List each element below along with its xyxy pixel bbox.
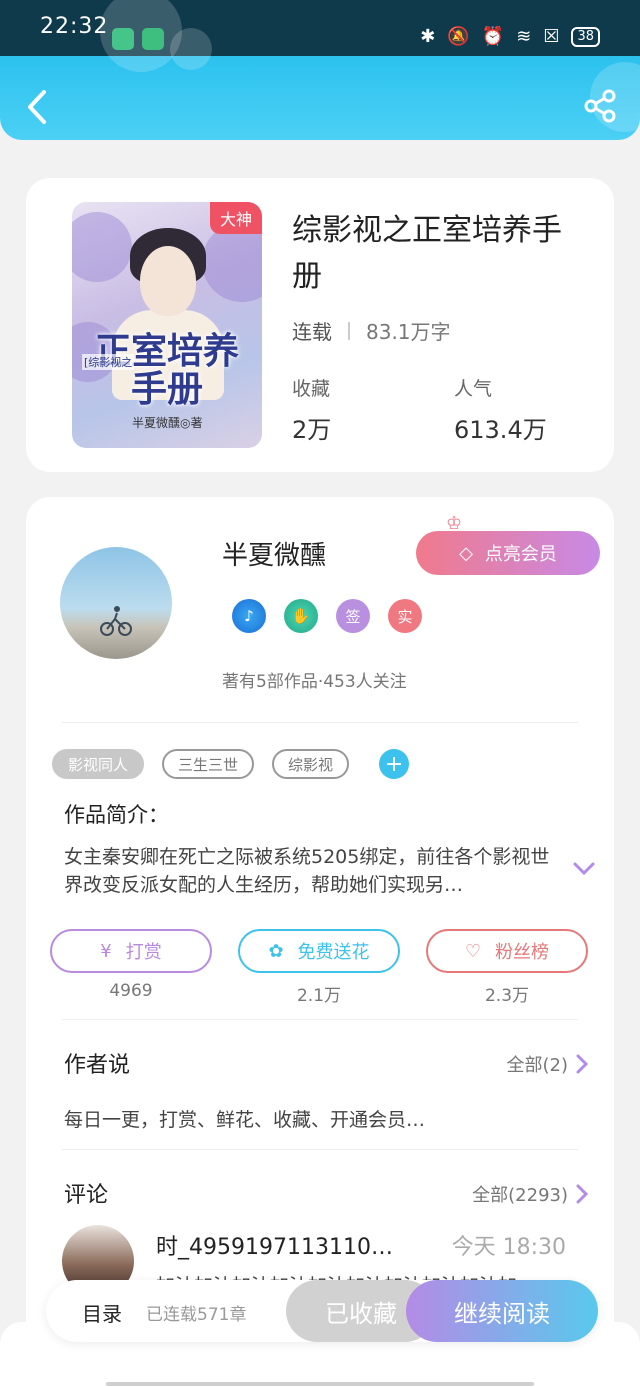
author-avatar[interactable] <box>60 547 172 659</box>
share-icon[interactable] <box>582 88 618 124</box>
back-icon[interactable] <box>20 86 56 128</box>
chevron-right-icon <box>576 1054 588 1074</box>
divider <box>62 1149 578 1150</box>
bicycle-icon <box>100 606 132 636</box>
book-cover[interactable]: 正室培养手册 [综影视之 半夏微醺◎著 大神 <box>72 202 262 448</box>
divider <box>62 722 578 723</box>
cover-author: 半夏微醺◎著 <box>132 416 203 430</box>
add-tag-icon[interactable]: + <box>379 749 410 779</box>
header: 22:32 ✱ 🔕 ⏰ ≋ ☒ 38 <box>0 0 640 140</box>
book-status-row: 连载 83.1万字 <box>292 316 451 345</box>
bottom-action-bar: 目录 已连载571章 已收藏 继续阅读 <box>46 1280 598 1342</box>
author-says-more[interactable]: 全部(2) <box>506 1051 588 1077</box>
intro-title: 作品简介： <box>64 803 169 827</box>
fans-icon: ♡ <box>464 940 482 962</box>
sim-icon: ☒ <box>543 26 560 47</box>
divider <box>62 1019 578 1020</box>
author-says-text[interactable]: 每日一更，打赏、鲜花、收藏、开通会员… <box>64 1105 425 1132</box>
collect-value: 2万 <box>292 416 332 444</box>
sign-badge[interactable]: 签 <box>336 599 370 633</box>
word-count: 83.1万字 <box>366 320 451 344</box>
chevron-down-icon[interactable] <box>572 861 596 877</box>
book-title: 综影视之正室培养手册 <box>292 213 562 294</box>
music-badge-icon[interactable]: ♪ <box>232 599 266 633</box>
tag-item[interactable]: 影视同人 <box>52 749 145 779</box>
app-notification-icon <box>112 28 134 50</box>
tag-list: 影视同人 三生三世 综影视 + <box>52 749 410 779</box>
divider <box>348 321 350 340</box>
bluetooth-icon: ✱ <box>420 26 436 47</box>
fans-count: 2.3万 <box>484 986 530 1006</box>
chevron-right-icon <box>576 1184 588 1204</box>
reward-label: 打赏 <box>125 942 162 963</box>
dashen-badge: 大神 <box>209 202 262 234</box>
mute-icon: 🔕 <box>447 26 470 47</box>
comment-time: 今天 18:30 <box>451 1235 566 1260</box>
collect-label: 收藏 <box>292 378 331 400</box>
verified-badge[interactable]: 实 <box>388 599 422 633</box>
status-icons: ✱ 🔕 ⏰ ≋ ☒ 38 <box>420 26 600 47</box>
author-says-more-label: 全部(2) <box>506 1055 569 1076</box>
send-flower-button[interactable]: ✿ 免费送花 <box>238 929 400 973</box>
comments-more-label: 全部(2293) <box>472 1185 568 1206</box>
serial-status: 连载 <box>292 320 332 344</box>
flower-label: 免费送花 <box>297 942 370 963</box>
alarm-icon: ⏰ <box>481 26 505 47</box>
reward-count: 4969 <box>109 981 153 1001</box>
tag-item[interactable]: 三生三世 <box>162 749 255 779</box>
cover-title: 正室培养手册 <box>94 330 239 410</box>
flower-count: 2.1万 <box>296 986 342 1006</box>
vip-label: 点亮会员 <box>484 544 557 565</box>
handshake-badge-icon[interactable]: ✋ <box>284 599 318 633</box>
author-says-title: 作者说 <box>64 1053 131 1078</box>
vip-button[interactable]: ◇ 点亮会员 <box>416 531 600 575</box>
diamond-icon: ◇ <box>459 542 473 564</box>
fans-rank-button[interactable]: ♡ 粉丝榜 <box>426 929 588 973</box>
popularity-value: 613.4万 <box>454 416 547 444</box>
author-info: 著有5部作品·453人关注 <box>222 672 407 692</box>
app-notification-icon <box>142 28 164 50</box>
yuan-icon: ¥ <box>100 940 112 962</box>
toc-button[interactable]: 目录 <box>82 1298 122 1327</box>
status-time: 22:32 <box>40 14 109 39</box>
reward-button[interactable]: ¥ 打赏 <box>50 929 212 973</box>
author-name[interactable]: 半夏微醺 <box>222 535 326 572</box>
wifi-icon: ≋ <box>516 26 532 47</box>
cover-series: [综影视之 <box>82 354 135 370</box>
home-indicator[interactable] <box>106 1382 534 1386</box>
comment-username[interactable]: 时_4959197113110… <box>156 1229 393 1261</box>
chapter-count: 已连载571章 <box>146 1305 247 1325</box>
popularity-label: 人气 <box>454 378 493 400</box>
cover-figure-face <box>140 246 196 316</box>
comments-more[interactable]: 全部(2293) <box>472 1181 588 1207</box>
detail-card: 半夏微醺 ♔ ◇ 点亮会员 ♪ ✋ 签 实 著有5部作品·453人关注 影视同人… <box>26 497 614 1387</box>
cover-decor <box>202 222 262 302</box>
cover-decor <box>72 212 132 282</box>
flower-icon: ✿ <box>268 940 284 962</box>
intro-text: 女主秦安卿在死亡之际被系统5205绑定，前往各个影视世界改变反派女配的人生经历，… <box>64 846 550 896</box>
battery-icon: 38 <box>571 26 600 47</box>
decor-bubble <box>170 28 212 70</box>
tag-item[interactable]: 综影视 <box>272 749 350 779</box>
fans-label: 粉丝榜 <box>495 942 550 963</box>
continue-reading-button[interactable]: 继续阅读 <box>406 1280 598 1342</box>
author-badges: ♪ ✋ 签 实 <box>232 599 422 633</box>
comments-title: 评论 <box>64 1183 109 1208</box>
book-card: 正室培养手册 [综影视之 半夏微醺◎著 大神 综影视之正室培养手册 连载 83.… <box>26 178 614 472</box>
